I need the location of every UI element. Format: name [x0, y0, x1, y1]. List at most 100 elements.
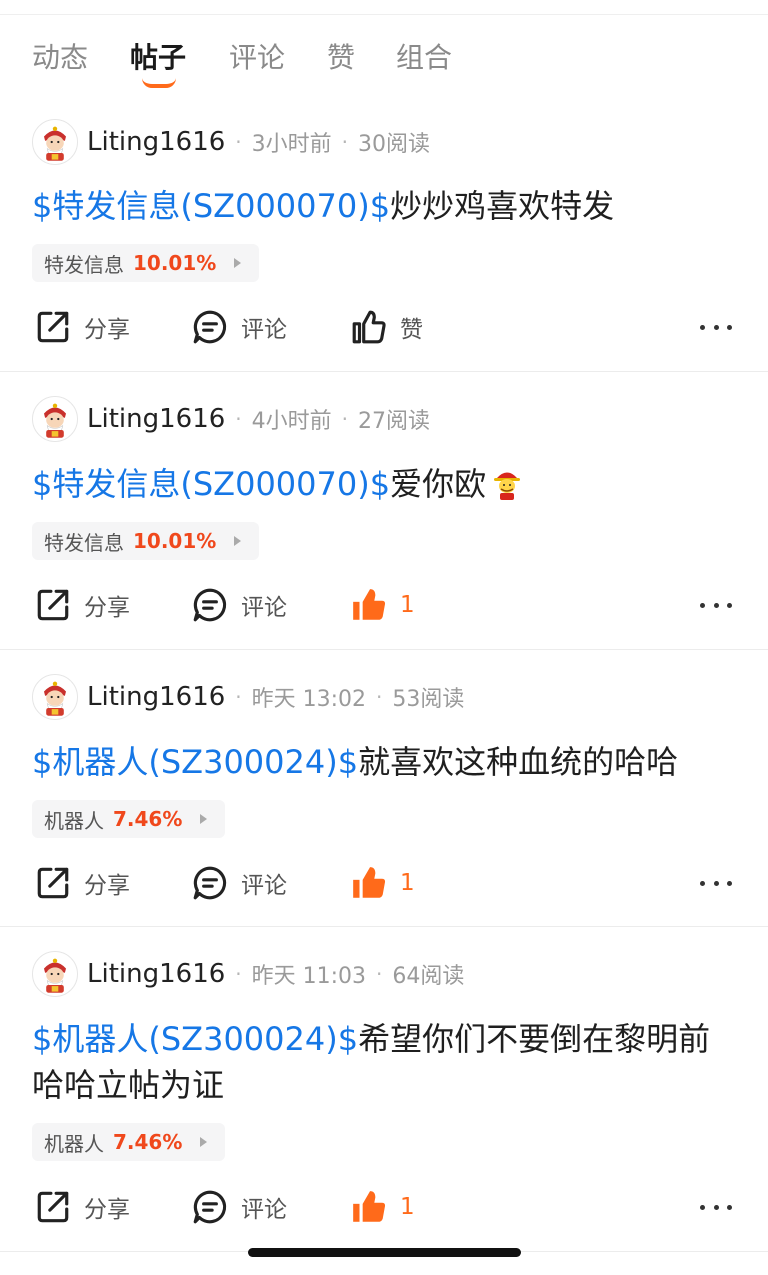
meta-separator: ·	[235, 130, 242, 154]
meta-separator: ·	[235, 962, 242, 986]
chip-stock-name: 特发信息	[44, 530, 124, 555]
username[interactable]: Liting1616	[87, 404, 225, 434]
stock-link[interactable]: $特发信息(SZ000070)$	[32, 187, 390, 225]
meta-separator: ·	[235, 407, 242, 431]
share-button[interactable]: 分享	[34, 585, 130, 625]
share-label: 分享	[84, 595, 130, 621]
comment-icon	[191, 1188, 229, 1226]
tab-portfolios[interactable]: 组合	[396, 36, 452, 76]
post-content[interactable]: $特发信息(SZ000070)$爱你欧	[32, 461, 732, 507]
comment-button[interactable]: 评论	[191, 863, 287, 903]
chevron-right-icon	[200, 1137, 208, 1147]
tab-comments[interactable]: 评论	[229, 36, 285, 76]
thumbs-up-icon	[350, 864, 388, 902]
stock-link[interactable]: $机器人(SZ300024)$	[32, 743, 358, 781]
cartoon-avatar-icon	[33, 120, 77, 164]
thumbs-up-icon	[350, 1188, 388, 1226]
cartoon-avatar-icon	[33, 397, 77, 441]
stock-link[interactable]: $机器人(SZ300024)$	[32, 1020, 358, 1058]
share-button[interactable]: 分享	[34, 307, 130, 347]
meta-separator: ·	[341, 407, 348, 431]
stock-link[interactable]: $特发信息(SZ000070)$	[32, 465, 390, 503]
post-item: Liting1616 · 3小时前 · 30阅读 $特发信息(SZ000070)…	[0, 100, 768, 372]
more-button[interactable]	[700, 317, 732, 337]
share-icon	[34, 864, 72, 902]
chip-stock-name: 特发信息	[44, 252, 124, 277]
more-dots-icon	[700, 1204, 705, 1210]
post-content[interactable]: $机器人(SZ300024)$希望你们不要倒在黎明前哈哈立帖为证	[32, 1016, 732, 1108]
comment-button[interactable]: 评论	[191, 1187, 287, 1227]
comment-button[interactable]: 评论	[191, 307, 287, 347]
post-item: Liting1616 · 昨天 13:02 · 53阅读 $机器人(SZ3000…	[0, 650, 768, 927]
post-meta: Liting1616 · 3小时前 · 30阅读	[87, 119, 430, 165]
cartoon-avatar-icon	[33, 952, 77, 996]
share-button[interactable]: 分享	[34, 1187, 130, 1227]
tab-activity[interactable]: 动态	[32, 36, 88, 76]
share-label: 分享	[84, 317, 130, 343]
stock-chip[interactable]: 机器人 7.46%	[32, 800, 226, 838]
more-dots-icon	[727, 324, 732, 330]
post-content[interactable]: $机器人(SZ300024)$就喜欢这种血统的哈哈	[32, 739, 732, 785]
share-icon	[34, 586, 72, 624]
tab-likes[interactable]: 赞	[327, 36, 355, 76]
top-divider	[0, 14, 768, 15]
share-button[interactable]: 分享	[34, 863, 130, 903]
post-text: 就喜欢这种血统的哈哈	[358, 743, 679, 781]
home-indicator[interactable]	[248, 1248, 521, 1257]
thumbs-up-icon	[350, 308, 388, 346]
post-time: 昨天 13:02	[251, 687, 367, 712]
more-dots-icon	[713, 324, 719, 330]
share-icon	[34, 1188, 72, 1226]
more-button[interactable]	[700, 873, 732, 893]
chip-percent-change: 7.46%	[113, 1130, 183, 1154]
avatar[interactable]	[32, 396, 78, 442]
god-of-wealth-emoji-icon	[490, 467, 524, 501]
cartoon-avatar-icon	[33, 675, 77, 719]
read-count: 64阅读	[392, 964, 465, 989]
chip-percent-change: 10.01%	[133, 251, 217, 275]
username[interactable]: Liting1616	[87, 959, 225, 989]
username[interactable]: Liting1616	[87, 127, 225, 157]
post-item: Liting1616 · 昨天 11:03 · 64阅读 $机器人(SZ3000…	[0, 927, 768, 1252]
post-text: 炒炒鸡喜欢特发	[390, 187, 615, 225]
meta-separator: ·	[376, 962, 383, 986]
comment-icon	[191, 864, 229, 902]
post-time: 4小时前	[251, 409, 332, 434]
chip-stock-name: 机器人	[44, 1131, 104, 1156]
chevron-right-icon	[200, 814, 208, 824]
comment-button[interactable]: 评论	[191, 585, 287, 625]
stock-chip[interactable]: 机器人 7.46%	[32, 1123, 226, 1161]
comment-label: 评论	[241, 317, 287, 343]
more-button[interactable]	[700, 595, 732, 615]
stock-chip[interactable]: 特发信息 10.01%	[32, 244, 260, 282]
meta-separator: ·	[341, 130, 348, 154]
stock-chip[interactable]: 特发信息 10.01%	[32, 522, 260, 560]
post-time: 3小时前	[251, 132, 332, 157]
share-label: 分享	[84, 873, 130, 899]
like-button[interactable]: 1	[350, 863, 415, 903]
more-dots-icon	[700, 880, 705, 886]
meta-separator: ·	[376, 685, 383, 709]
like-button[interactable]: 1	[350, 585, 415, 625]
post-meta: Liting1616 · 4小时前 · 27阅读	[87, 396, 430, 442]
more-dots-icon	[727, 1204, 732, 1210]
more-dots-icon	[700, 324, 705, 330]
more-button[interactable]	[700, 1197, 732, 1217]
like-button[interactable]: 1	[350, 1187, 415, 1227]
avatar[interactable]	[32, 951, 78, 997]
avatar[interactable]	[32, 674, 78, 720]
share-label: 分享	[84, 1197, 130, 1223]
avatar[interactable]	[32, 119, 78, 165]
tab-posts[interactable]: 帖子	[130, 36, 186, 76]
username[interactable]: Liting1616	[87, 682, 225, 712]
like-count: 1	[400, 1194, 415, 1220]
tab-bar: 动态 帖子 评论 赞 组合	[0, 30, 768, 90]
comment-icon	[191, 308, 229, 346]
chip-percent-change: 10.01%	[133, 529, 217, 553]
post-content[interactable]: $特发信息(SZ000070)$炒炒鸡喜欢特发	[32, 183, 732, 229]
meta-separator: ·	[235, 685, 242, 709]
chevron-right-icon	[234, 258, 242, 268]
post-meta: Liting1616 · 昨天 13:02 · 53阅读	[87, 674, 464, 720]
like-button[interactable]: 赞	[350, 307, 423, 347]
active-tab-indicator	[142, 78, 176, 88]
